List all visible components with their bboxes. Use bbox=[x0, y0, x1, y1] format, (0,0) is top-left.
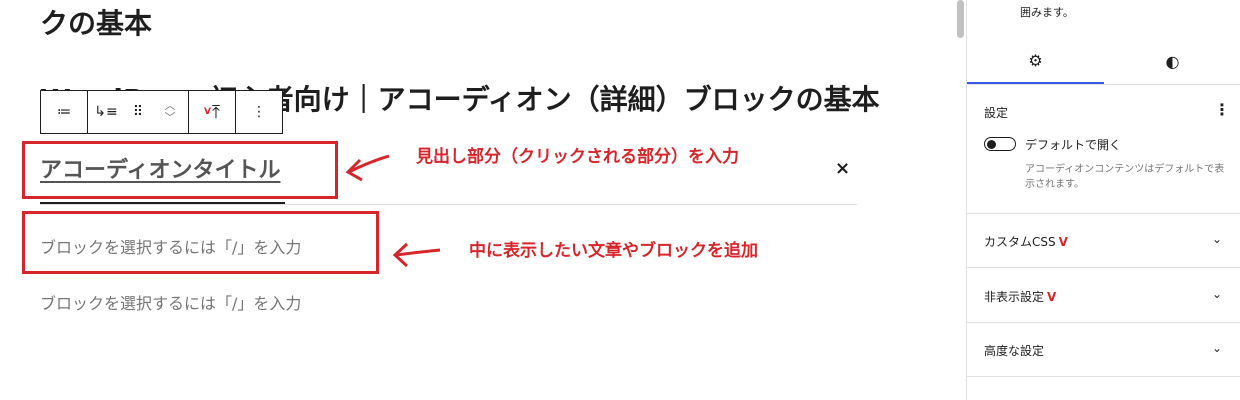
vk-logo-icon: V bbox=[1058, 235, 1068, 249]
vk-logo-icon: V bbox=[1047, 290, 1057, 304]
toggle-label: デフォルトで開く bbox=[1025, 138, 1122, 152]
editor-scrollbar[interactable] bbox=[955, 0, 965, 400]
annotation-box-content bbox=[22, 211, 379, 274]
tab-settings[interactable]: ⚙ bbox=[967, 38, 1104, 84]
more-options-icon[interactable]: ⋮ bbox=[236, 91, 282, 133]
vk-logo-icon: V bbox=[204, 107, 211, 117]
annotation-box-title bbox=[22, 141, 338, 199]
half-circle-icon: ◐ bbox=[1165, 51, 1180, 71]
toolbar-group-options: ⋮ bbox=[236, 91, 282, 133]
accordion-divider bbox=[40, 204, 857, 205]
heading-partial[interactable]: クの基本 bbox=[40, 2, 152, 42]
toolbar-group-parent: ≔ bbox=[41, 91, 88, 133]
settings-sidebar: 囲みます。 ⚙ ◐ 設定 ⋮ デフォルトで開く アコーディオンコンテンツはデフォ… bbox=[966, 0, 1240, 400]
block-placeholder-2[interactable]: ブロックを選択するには「/」を入力 bbox=[40, 290, 301, 314]
annotation-arrow-1 bbox=[345, 154, 390, 182]
toggle-help-text: アコーディオンコンテンツはデフォルトで表示されます。 bbox=[1025, 164, 1225, 190]
height-arrows-icon: ⤒ bbox=[212, 101, 220, 123]
block-toolbar: ≔ ↳≡ ⠿ ︿ ﹀ V ⤒ ⋮ bbox=[40, 90, 283, 134]
drag-handle-icon[interactable]: ⠿ bbox=[124, 91, 152, 133]
scrollbar-thumb[interactable] bbox=[957, 0, 964, 38]
panel-advanced[interactable]: 高度な設定 bbox=[984, 342, 1044, 359]
toggle-knob bbox=[987, 139, 996, 149]
sidebar-tabs: ⚙ ◐ bbox=[967, 38, 1240, 85]
divider bbox=[967, 322, 1240, 323]
annotation-text-2: 中に表示したい文章やブロックを追加 bbox=[469, 241, 758, 261]
divider bbox=[967, 213, 1240, 214]
panel-hide-settings-label: 非表示設定 bbox=[984, 290, 1045, 304]
vk-height-icon[interactable]: V ⤒ bbox=[189, 91, 235, 133]
move-down-icon[interactable]: ﹀ bbox=[165, 112, 176, 124]
list-view-icon[interactable]: ≔ bbox=[41, 91, 87, 133]
editor-canvas: クの基本 WordPress初心者向け｜アコーディオン（詳細）ブロックの基本 ≔… bbox=[0, 0, 955, 400]
toolbar-group-vk: V ⤒ bbox=[189, 91, 236, 133]
move-arrows: ︿ ﹀ bbox=[152, 100, 188, 124]
block-type-icon[interactable]: ↳≡ bbox=[88, 91, 124, 133]
chevron-down-icon[interactable]: ⌄ bbox=[1212, 341, 1222, 355]
close-icon[interactable]: × bbox=[835, 158, 850, 179]
tab-styles[interactable]: ◐ bbox=[1104, 38, 1240, 84]
block-description: 囲みます。 bbox=[1020, 6, 1074, 19]
panel-hide-settings[interactable]: 非表示設定 V bbox=[984, 288, 1056, 305]
settings-panel-title: 設定 bbox=[984, 106, 1009, 120]
divider bbox=[967, 267, 1240, 268]
panel-custom-css-label: カスタムCSS bbox=[984, 235, 1056, 249]
annotation-text-1: 見出し部分（クリックされる部分）を入力 bbox=[416, 147, 739, 167]
annotation-arrow-2 bbox=[392, 242, 441, 268]
chevron-down-icon[interactable]: ⌄ bbox=[1212, 232, 1222, 246]
chevron-down-icon[interactable]: ⌄ bbox=[1212, 287, 1222, 301]
panel-custom-css[interactable]: カスタムCSS V bbox=[984, 233, 1068, 250]
toolbar-group-movers: ↳≡ ⠿ ︿ ﹀ bbox=[88, 91, 189, 133]
more-options-icon[interactable]: ⋮ bbox=[1214, 100, 1230, 119]
gear-icon: ⚙ bbox=[1028, 50, 1043, 70]
divider bbox=[967, 376, 1240, 377]
default-open-toggle[interactable] bbox=[984, 137, 1016, 151]
